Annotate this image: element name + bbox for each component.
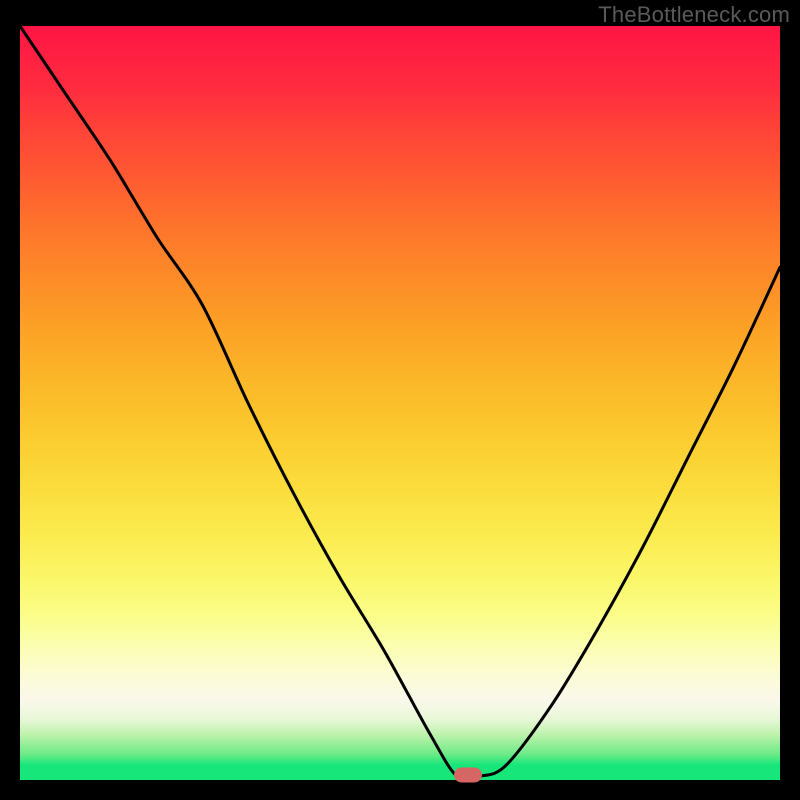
optimal-marker xyxy=(454,767,482,782)
plot-area xyxy=(20,26,780,780)
chart-frame: TheBottleneck.com xyxy=(0,0,800,800)
curve-path xyxy=(20,26,780,780)
bottleneck-curve xyxy=(20,26,780,780)
watermark-label: TheBottleneck.com xyxy=(598,2,790,28)
